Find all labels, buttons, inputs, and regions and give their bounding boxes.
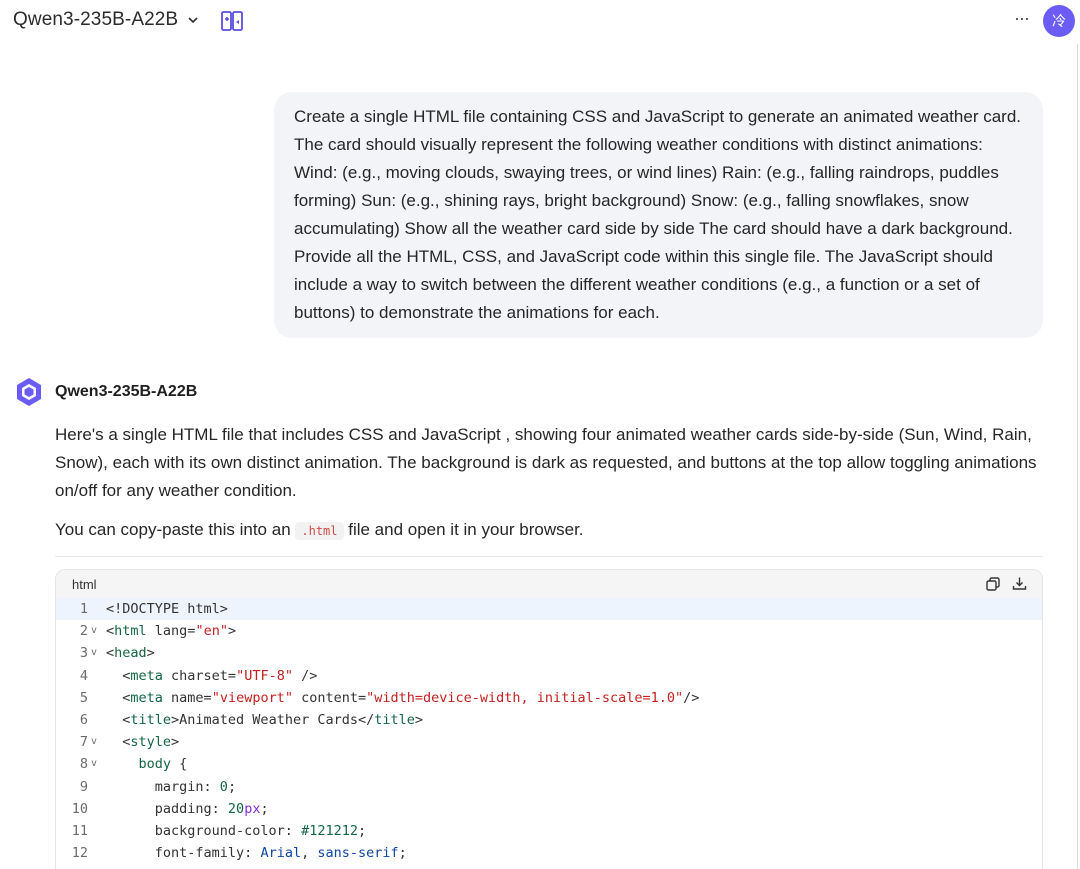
line-number: 12: [71, 845, 88, 862]
fold-marker[interactable]: v: [88, 731, 106, 753]
user-message-bubble: Create a single HTML file containing CSS…: [274, 92, 1043, 338]
fold-marker: [88, 820, 106, 842]
code-editor[interactable]: 1 <!DOCTYPE html> 2 v <html lang="en"> 3 v <h…: [56, 598, 1042, 864]
assistant-header: Qwen3-235B-A22B: [13, 376, 197, 408]
code-block-header: html: [56, 570, 1042, 598]
fold-marker: [88, 598, 106, 620]
line-number: 3: [79, 645, 88, 662]
fold-marker: [88, 842, 106, 864]
line-number: 8: [79, 756, 88, 773]
fold-marker: [88, 665, 106, 687]
answer-paragraph: Here's a single HTML file that includes …: [55, 425, 1037, 500]
fold-marker: [88, 687, 106, 709]
line-number: 4: [79, 667, 88, 684]
compare-models-icon[interactable]: [220, 9, 244, 33]
fold-marker[interactable]: v: [88, 753, 106, 775]
code-line: 3 v <head>: [56, 642, 1042, 664]
panel-border: [1077, 44, 1078, 869]
model-selector[interactable]: Qwen3-235B-A22B: [13, 9, 199, 31]
copy-hint-text-end: file and open it in your browser.: [343, 520, 584, 539]
line-number: 9: [79, 778, 88, 795]
code-line: 11 background-color: #121212;: [56, 820, 1042, 842]
chevron-down-icon: [188, 17, 198, 24]
assistant-name: Qwen3-235B-A22B: [55, 383, 198, 400]
line-number: 1: [79, 601, 88, 617]
qwen-logo-icon: [17, 378, 41, 406]
assistant-answer: Here's a single HTML file that includes …: [55, 421, 1045, 556]
code-line: 8v body {: [56, 753, 1042, 775]
fold-marker[interactable]: v: [88, 642, 106, 664]
inline-code: .html: [295, 522, 344, 540]
line-number: 5: [79, 689, 88, 706]
avatar-label: 冷: [1052, 13, 1066, 29]
copy-icon[interactable]: [986, 577, 1000, 591]
code-line: 9 margin: 0;: [56, 776, 1042, 798]
code-block: html 1 <!DOCTYPE html> 2 v <html lang="en">…: [55, 569, 1043, 869]
line-number: 6: [79, 711, 88, 728]
code-line: 5 <meta name="viewport" content="width=d…: [56, 687, 1042, 709]
code-line: 2 v <html lang="en">: [56, 620, 1042, 642]
fold-marker: [88, 776, 106, 798]
code-line: 7v <style>: [56, 731, 1042, 753]
code-line: 6 <title>Animated Weather Cards</title>: [56, 709, 1042, 731]
code-line: 12 font-family: Arial, sans-serif;: [56, 842, 1042, 864]
code-line: 4 <meta charset="UTF-8" />: [56, 665, 1042, 687]
fold-marker[interactable]: v: [88, 620, 106, 642]
fold-marker: [88, 709, 106, 731]
line-number: 2: [79, 623, 88, 640]
code-language-label: html: [72, 576, 97, 592]
code-line: 1 <!DOCTYPE html>: [56, 598, 1042, 621]
fold-marker: [88, 798, 106, 820]
line-number: 10: [71, 800, 88, 817]
user-avatar[interactable]: 冷: [1043, 5, 1075, 37]
answer-paragraph-copy-hint: You can copy-paste this into an .html fi…: [55, 516, 1045, 545]
model-selector-label: Qwen3-235B-A22B: [13, 9, 179, 30]
download-icon[interactable]: [1012, 576, 1027, 591]
copy-hint-text: You can copy-paste this into an: [55, 520, 296, 539]
divider: [55, 556, 1043, 557]
code-line: 10 padding: 20px;: [56, 798, 1042, 820]
line-number: 11: [71, 822, 88, 839]
more-options-button[interactable]: ···: [1014, 8, 1030, 29]
top-bar: Qwen3-235B-A22B ··· 冷: [0, 0, 1080, 44]
user-message-text: Create a single HTML file containing CSS…: [294, 107, 1021, 322]
line-number: 7: [79, 734, 88, 751]
